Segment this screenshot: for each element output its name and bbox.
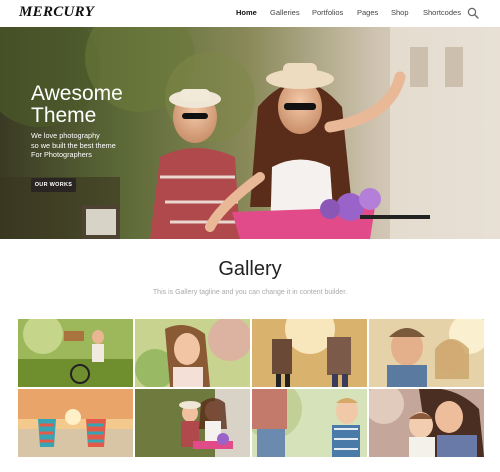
gallery-tile-smiling-couple-photo[interactable] <box>369 319 484 387</box>
nav-pages[interactable]: Pages <box>357 8 378 17</box>
gallery-tile-couple-with-bicycle-photo[interactable] <box>135 389 250 457</box>
gallery-tagline: This is Gallery tagline and you can chan… <box>152 289 348 296</box>
gallery-tile-couple-holding-hands-photo[interactable] <box>252 319 367 387</box>
hero-description: We love photography so we built the best… <box>31 131 116 159</box>
hero-title: Awesome Theme <box>31 82 123 127</box>
gallery-tile-father-and-son-photo[interactable] <box>252 389 367 457</box>
gallery-tile-beach-chairs-photo[interactable] <box>18 389 133 457</box>
gallery-tile-mother-and-child-photo[interactable] <box>369 389 484 457</box>
nav-shortcodes[interactable]: Shortcodes <box>423 8 461 17</box>
our-works-button[interactable]: OUR WORKS <box>31 178 76 192</box>
nav-home[interactable]: Home <box>236 8 257 17</box>
main-nav: Home Galleries Portfolios Pages Shop Sho… <box>0 8 500 22</box>
site-header: MERCURY Home Galleries Portfolios Pages … <box>0 0 500 27</box>
gallery-tile-woman-eating-ice-cream-photo[interactable] <box>135 319 250 387</box>
gallery-title: Gallery <box>218 258 282 280</box>
nav-portfolios[interactable]: Portfolios <box>312 8 343 17</box>
nav-shop[interactable]: Shop <box>391 8 409 17</box>
gallery-tile-girl-on-bicycle-photo[interactable] <box>18 319 133 387</box>
gallery-grid <box>18 319 484 458</box>
search-icon[interactable] <box>467 7 479 19</box>
hero-banner: Awesome Theme We love photography so we … <box>0 27 500 239</box>
nav-galleries[interactable]: Galleries <box>270 8 300 17</box>
